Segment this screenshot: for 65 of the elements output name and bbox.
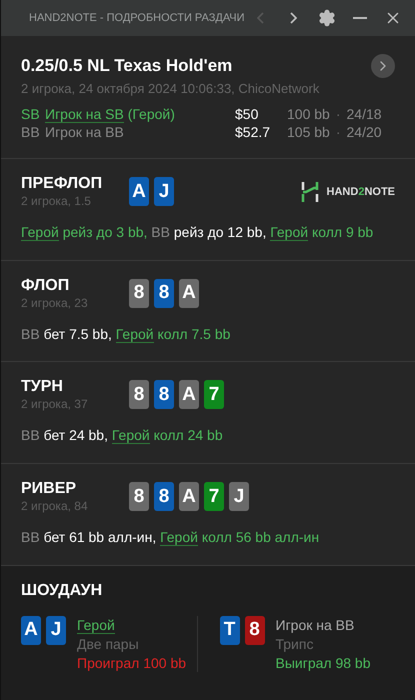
action-line: BB бет 7.5 bb, Герой колл 7.5 bb [21,324,232,345]
playing-card: A [21,616,41,645]
player-stats: 24/20 [346,124,382,140]
playing-card: T [220,616,240,645]
street-info: 2 игрока, 84 [21,499,89,514]
playing-card: A [179,278,199,308]
street-info: 2 игрока, 1.5 [21,194,92,208]
player-stats: 24/18 [346,106,382,122]
window-title: HAND2NOTE - ПОДРОБНОСТИ РАЗДАЧИ [29,12,245,24]
hero-link[interactable]: Герой [112,427,150,444]
game-title: 0.25/0.5 NL Texas Hold'em [21,56,232,76]
minimize-icon [352,17,367,19]
chevron-right-icon [290,12,298,24]
result-text: Выиграл 98 bb [276,654,370,672]
player-stack: $50 [235,106,260,122]
hero-link[interactable]: Герой [160,529,198,546]
playing-card: 8 [129,278,149,308]
playing-card: 7 [204,482,224,512]
stack-bb: 100 bb [287,106,330,122]
player-name: Игрок на BB [276,616,356,635]
playing-card: A [179,482,199,512]
street-title: ТУРН [21,378,64,396]
player-name: Игрок на SB (Герой) [45,106,176,122]
action-line: BB бет 24 bb, Герой колл 24 bb [21,426,224,446]
hero-link[interactable]: Игрок на SB [45,106,124,123]
action-line: BB бет 61 bb алл-ин, Герой колл 56 bb алл-ин [21,528,320,548]
hero-link[interactable]: Герой [77,616,115,634]
playing-card: A [129,177,149,206]
logo-text: HAND2NOTE [326,186,395,198]
showdown-title: ШОУДАУН [21,582,104,600]
hand-info: 2 игрока, 24 октября 2024 10:06:33, ChicoNetwork [21,81,320,96]
player-position: SB [21,106,41,122]
hand-rank: Две пары [77,634,140,654]
playing-card: 8 [154,278,174,308]
street-title: ФЛОП [21,276,70,295]
playing-card: J [154,177,174,206]
playing-card: 8 [129,482,149,512]
playing-card: 8 [154,380,174,410]
playing-card: 7 [204,380,224,410]
hand-rank: Трипс [276,634,314,654]
hero-link[interactable]: Герой [21,224,59,241]
street-info: 2 игрока, 37 [21,397,89,412]
settings-icon [318,9,336,27]
street-title: ПРЕФЛОП [21,175,104,193]
action-line: Герой рейз до 3 bb, BB рейз до 12 bb, Герой колл 9 bb [21,223,374,243]
player-position: BB [21,124,41,140]
logo-icon [300,180,319,202]
separator-dot: · [336,124,340,140]
stack-bb: 105 bb [287,124,330,140]
separator-dot: · [336,106,340,122]
hero-link[interactable]: Герой [270,224,308,241]
street-info: 2 игрока, 23 [21,296,89,310]
player-name: Игрок на BB [45,124,125,140]
result-text: Проиграл 100 bb [77,654,186,672]
street-title: РИВЕР [21,480,78,498]
playing-card: J [229,482,249,512]
playing-card: 8 [129,380,149,410]
playing-card: 8 [154,482,174,512]
player-stack: $52.7 [235,124,272,140]
playing-card: J [46,616,66,645]
open-button[interactable] [371,54,395,78]
hero-link[interactable]: Герой [116,326,154,343]
chevron-left-icon [257,12,264,24]
playing-card: A [179,380,199,410]
playing-card: 8 [244,616,264,645]
